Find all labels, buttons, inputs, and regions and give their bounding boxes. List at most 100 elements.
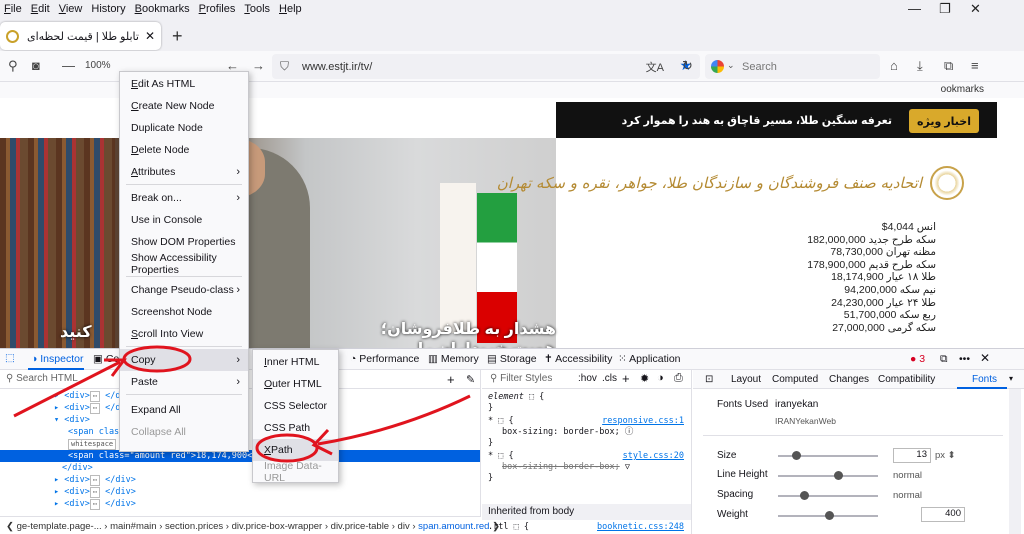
spacing-value[interactable]: normal — [893, 490, 922, 501]
rule-universal[interactable]: * ⬚ { style.css:20 — [488, 451, 688, 462]
rule-declaration[interactable]: box-sizing: border-box; ⓘ — [488, 427, 688, 438]
chevron-down-icon[interactable]: ⌄ — [727, 60, 735, 71]
menu-edit[interactable]: Edit — [31, 3, 50, 15]
submenu-item-inner-html[interactable]: Inner HTML — [253, 351, 338, 373]
url-text[interactable]: www.estjt.ir/tv/ — [302, 61, 372, 73]
hamburger-menu-icon[interactable]: ≡ — [971, 58, 979, 73]
tabs-overflow-icon[interactable]: ▾ — [1009, 374, 1013, 383]
tab-computed[interactable]: Computed — [772, 374, 818, 385]
markup-line[interactable]: </div> — [0, 462, 480, 474]
photo-caption[interactable]: هشدار به طلافروشان؛ هویت خریداران را — [375, 319, 556, 348]
dock-icon[interactable]: ⧉ — [940, 353, 948, 366]
reload-icon[interactable]: ↻ — [682, 58, 693, 74]
close-window-button[interactable]: ✕ — [970, 1, 981, 17]
slider-thumb[interactable] — [825, 511, 834, 520]
tab-application[interactable]: ⁙ Application — [618, 353, 681, 365]
url-bar[interactable]: ⛉ www.estjt.ir/tv/ 文A ★ — [272, 54, 700, 79]
tab-memory[interactable]: ▥ Memory — [428, 353, 479, 365]
menu-item-create-new-node[interactable]: Create New Node — [120, 95, 248, 117]
breadcrumb-item[interactable]: section.prices — [165, 521, 223, 532]
extensions-icon[interactable]: ⧉ — [944, 58, 953, 74]
zoom-level[interactable]: 100% — [85, 60, 111, 71]
dark-theme-icon[interactable]: ◑ — [657, 372, 664, 384]
download-icon[interactable]: ⤓ — [917, 58, 923, 74]
tab-compatibility[interactable]: Compatibility — [878, 374, 935, 385]
search-placeholder[interactable]: Search — [742, 61, 777, 73]
tab-changes[interactable]: Changes — [829, 374, 869, 385]
menu-item-break-on[interactable]: Break on... › — [120, 187, 248, 209]
menu-item-attributes[interactable]: Attributes › — [120, 161, 248, 183]
minimize-button[interactable]: — — [908, 1, 921, 16]
menu-item-edit-as-html[interactable]: Edit As HTML — [120, 73, 248, 95]
spacing-slider[interactable] — [778, 491, 878, 500]
screenshot-icon[interactable]: ◙ — [32, 58, 40, 73]
menu-view[interactable]: View — [59, 3, 83, 15]
slider-thumb[interactable] — [792, 451, 801, 460]
menu-profiles[interactable]: Profiles — [199, 3, 236, 15]
search-icon[interactable]: ⚲ — [8, 58, 18, 74]
print-icon[interactable]: ⎙ — [674, 372, 683, 385]
breadcrumb-item[interactable]: main#main — [110, 521, 156, 532]
menu-item-paste[interactable]: Paste › — [120, 371, 248, 393]
tab-console[interactable]: ▣ Co — [93, 353, 119, 365]
menu-item-duplicate-node[interactable]: Duplicate Node — [120, 117, 248, 139]
markup-line[interactable]: ▸ <div>⋯ </div> — [0, 486, 480, 498]
tab-performance[interactable]: ◔ Performance — [350, 353, 419, 365]
site-info-icon[interactable]: ⛉ — [280, 59, 289, 74]
size-input[interactable]: 13 — [893, 448, 931, 463]
add-node-icon[interactable]: + — [447, 372, 455, 387]
rule-source-link[interactable]: responsive.css:1 — [602, 416, 684, 427]
rule-source-link[interactable]: style.css:20 — [623, 451, 684, 462]
menu-tools[interactable]: Tools — [244, 3, 270, 15]
submenu-item-css-selector[interactable]: CSS Selector — [253, 395, 338, 417]
rule-declaration[interactable]: box-sizing: border-box; ▽ — [488, 462, 688, 473]
tab-inspector[interactable]: ◑ Inspector — [31, 353, 83, 365]
tab-accessibility[interactable]: ✝ Accessibility — [544, 353, 612, 365]
rule-element[interactable]: element ⬚ { — [488, 392, 688, 403]
rule-source-link[interactable]: booknetic.css:248 — [597, 522, 684, 533]
news-photo[interactable]: هشدار به طلافروشان؛ هویت خریداران را کنی… — [0, 138, 556, 348]
translate-icon[interactable]: 文A — [646, 59, 664, 75]
toggle-sidebar-icon[interactable]: ⊡ — [705, 374, 713, 385]
home-icon[interactable]: ⌂ — [890, 58, 898, 73]
markup-line[interactable]: ▸ <div>⋯ </div> — [0, 474, 480, 486]
site-logo[interactable]: اتحادیه صنف فروشندگان و سازندگان طلا، جو… — [497, 166, 964, 200]
new-tab-button[interactable]: + — [172, 26, 183, 47]
eyedropper-icon[interactable]: ✎ — [466, 373, 475, 386]
breadcrumb-item-current[interactable]: span.amount.red — [418, 521, 489, 532]
submenu-item-css-path[interactable]: CSS Path — [253, 417, 338, 439]
slider-thumb[interactable] — [834, 471, 843, 480]
tab-storage[interactable]: ▤ Storage — [487, 353, 537, 365]
zoom-out-button[interactable]: — — [62, 58, 75, 73]
menu-item-scroll-into-view[interactable]: Scroll Into View — [120, 323, 248, 345]
bookmarks-label[interactable]: ookmarks — [941, 84, 984, 95]
menu-item-show-accessibility-properties[interactable]: Show Accessibility Properties — [120, 252, 248, 276]
cls-toggle[interactable]: .cls — [602, 373, 617, 384]
breadcrumb-back-icon[interactable]: ❮ — [6, 521, 17, 532]
menu-item-copy[interactable]: Copy › — [120, 349, 248, 371]
menu-item-change-pseudo-class[interactable]: Change Pseudo-class › — [120, 279, 248, 301]
menu-history[interactable]: History — [91, 3, 125, 15]
breadcrumb-item[interactable]: div.price-table — [331, 521, 389, 532]
light-theme-icon[interactable]: ✹ — [640, 372, 649, 385]
line-height-slider[interactable] — [778, 471, 878, 480]
menu-item-show-dom-properties[interactable]: Show DOM Properties — [120, 231, 248, 253]
menu-item-delete-node[interactable]: Delete Node — [120, 139, 248, 161]
add-rule-icon[interactable]: + — [622, 371, 630, 386]
pick-element-icon[interactable]: ⬚ — [5, 352, 15, 364]
size-slider[interactable] — [778, 451, 878, 460]
forward-arrow-icon[interactable]: → — [252, 58, 265, 73]
line-height-value[interactable]: normal — [893, 470, 922, 481]
error-count-badge[interactable]: ● 3 — [910, 353, 925, 365]
rule-universal[interactable]: * ⬚ { responsive.css:1 — [488, 416, 688, 427]
tab-fonts[interactable]: Fonts — [972, 374, 997, 385]
menu-help[interactable]: Help — [279, 3, 302, 15]
close-devtools-icon[interactable]: ✕ — [980, 351, 990, 365]
breadcrumb-item[interactable]: div — [398, 521, 410, 532]
menu-bookmarks[interactable]: Bookmarks — [135, 3, 190, 15]
restore-button[interactable]: ❐ — [939, 1, 951, 17]
weight-slider[interactable] — [778, 511, 878, 520]
menu-item-screenshot-node[interactable]: Screenshot Node — [120, 301, 248, 323]
breadcrumb-item[interactable]: div.price-box-wrapper — [232, 521, 323, 532]
tab-close-icon[interactable]: ✕ — [145, 29, 155, 43]
